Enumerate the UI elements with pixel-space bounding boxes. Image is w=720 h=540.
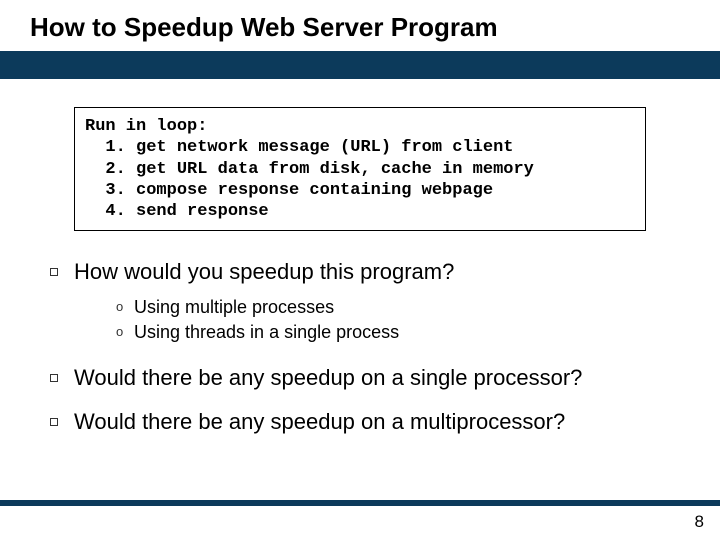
footer-bar bbox=[0, 500, 720, 506]
bullet-text: How would you speedup this program? bbox=[74, 259, 454, 285]
slide-title: How to Speedup Web Server Program bbox=[0, 0, 720, 51]
bullet-item: How would you speedup this program? bbox=[50, 259, 690, 285]
page-number: 8 bbox=[695, 512, 704, 532]
square-bullet-icon bbox=[50, 418, 58, 426]
code-line: Run in loop: bbox=[85, 117, 207, 136]
bullet-item: Would there be any speedup on a single p… bbox=[50, 365, 690, 391]
code-box: Run in loop: 1. get network message (URL… bbox=[74, 107, 646, 231]
title-bar bbox=[0, 51, 720, 79]
bullet-item: Would there be any speedup on a multipro… bbox=[50, 409, 690, 435]
code-line: 3. compose response containing webpage bbox=[85, 181, 493, 200]
sub-list: o Using multiple processes o Using threa… bbox=[116, 297, 690, 343]
square-bullet-icon bbox=[50, 268, 58, 276]
sub-text: Using threads in a single process bbox=[134, 322, 399, 343]
bullet-text: Would there be any speedup on a multipro… bbox=[74, 409, 565, 435]
body: How would you speedup this program? o Us… bbox=[0, 231, 720, 435]
bullet-text: Would there be any speedup on a single p… bbox=[74, 365, 582, 391]
code-line: 2. get URL data from disk, cache in memo… bbox=[85, 160, 534, 179]
code-line: 1. get network message (URL) from client bbox=[85, 138, 513, 157]
circle-bullet-icon: o bbox=[116, 322, 134, 343]
square-bullet-icon bbox=[50, 374, 58, 382]
circle-bullet-icon: o bbox=[116, 297, 134, 318]
code-line: 4. send response bbox=[85, 202, 269, 221]
slide: How to Speedup Web Server Program Run in… bbox=[0, 0, 720, 540]
sub-text: Using multiple processes bbox=[134, 297, 334, 318]
sub-item: o Using threads in a single process bbox=[116, 322, 690, 343]
sub-item: o Using multiple processes bbox=[116, 297, 690, 318]
